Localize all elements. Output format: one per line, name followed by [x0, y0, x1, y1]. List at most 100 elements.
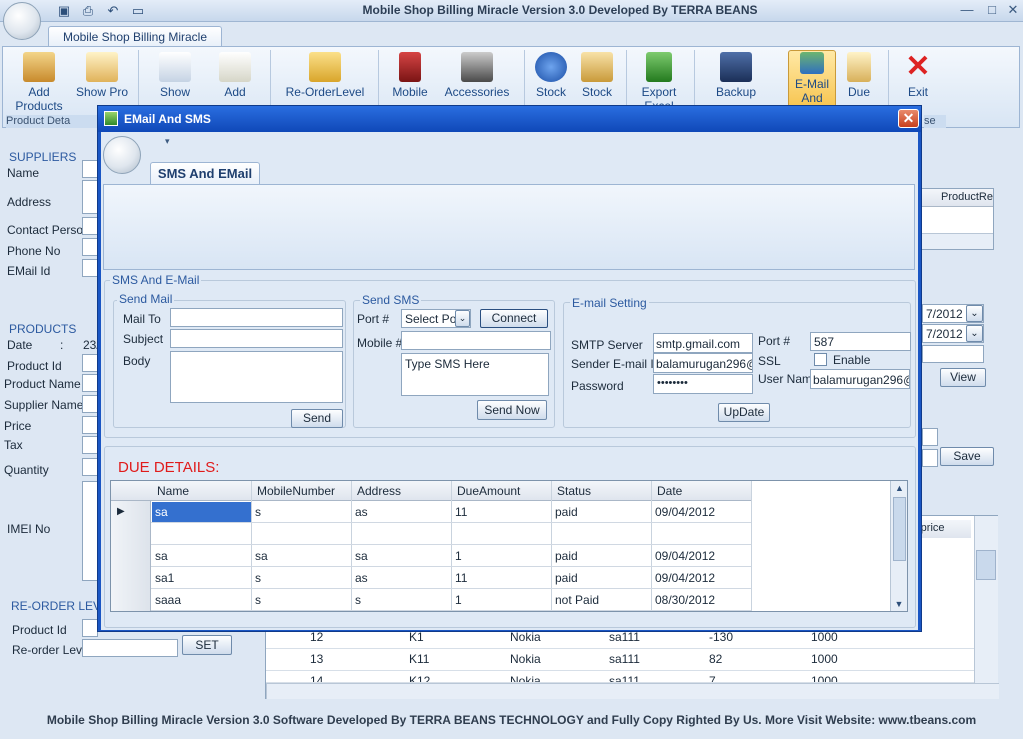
send-now-button[interactable]: Send Now — [477, 400, 547, 420]
reorder-level-field[interactable] — [82, 639, 178, 657]
backup-button[interactable]: Backup — [704, 52, 768, 99]
tab-sms-email[interactable]: SMS And EMail — [150, 162, 260, 185]
due-grid-vscroll[interactable]: ▲ ▼ — [890, 481, 907, 611]
col-status[interactable]: Status — [557, 484, 591, 498]
supplier-name-product-field[interactable] — [82, 395, 98, 413]
scroll-up-icon[interactable]: ▲ — [891, 483, 907, 493]
sms-textarea[interactable]: Type SMS Here — [401, 353, 549, 396]
product-id-label: Product Id — [7, 359, 62, 373]
table-row[interactable]: 14 K12 Nokia sa111 7 1000 — [266, 671, 974, 683]
save-icon[interactable]: ▣ — [56, 3, 72, 19]
col-name[interactable]: Name — [157, 484, 189, 498]
stock-grid-vscroll[interactable] — [974, 516, 998, 683]
ssl-enable-checkbox[interactable] — [814, 353, 827, 366]
view-button[interactable]: View — [940, 368, 986, 387]
email-setting-title: E-mail Setting — [570, 296, 649, 310]
mail-to-input[interactable] — [170, 308, 343, 327]
price-label: Price — [4, 419, 32, 433]
send-mail-button[interactable]: Send — [291, 409, 343, 428]
send-mail-title: Send Mail — [117, 292, 175, 306]
tab-main[interactable]: Mobile Shop Billing Miracle — [48, 26, 222, 47]
info-document-icon — [159, 52, 191, 82]
table-row[interactable]: sa sa sa 1 paid 09/04/2012 — [151, 545, 751, 567]
close-icon[interactable]: ✕ — [1003, 2, 1023, 19]
update-button[interactable]: UpDate — [718, 403, 770, 422]
export-excel-button[interactable]: Export Excel — [632, 52, 686, 113]
supplier-address-field[interactable] — [82, 180, 98, 214]
show-button[interactable]: Show — [150, 52, 200, 99]
undo-icon[interactable]: ↶ — [105, 3, 121, 19]
save-button[interactable]: Save — [940, 447, 994, 466]
connect-button[interactable]: Connect — [480, 309, 548, 328]
col-mobile-number[interactable]: MobileNumber — [257, 484, 335, 498]
username-input[interactable]: balamurugan296@ — [810, 369, 910, 389]
table-row[interactable]: sa1 s as 11 paid 09/04/2012 — [151, 567, 751, 589]
mobile-button[interactable]: Mobile — [386, 52, 434, 99]
contact-person-field[interactable] — [82, 217, 98, 235]
stock-grid-vscroll-thumb[interactable] — [976, 550, 996, 580]
table-row[interactable]: saaa s s 1 not Paid 08/30/2012 — [151, 589, 751, 611]
amount-field[interactable] — [922, 428, 938, 446]
minimize-icon[interactable]: — — [957, 2, 977, 19]
subject-input[interactable] — [170, 329, 343, 348]
due-grid-vscroll-thumb[interactable] — [893, 497, 906, 561]
from-date-dropdown-icon[interactable]: ⌄ — [966, 305, 983, 322]
accessories-button[interactable]: Accessories — [440, 52, 514, 99]
show-products-button[interactable]: Show Pro — [75, 52, 129, 99]
to-date-dropdown-icon[interactable]: ⌄ — [966, 325, 983, 342]
port-dropdown-icon[interactable]: ⌄ — [455, 310, 470, 327]
scroll-down-icon[interactable]: ▼ — [891, 599, 907, 609]
due-details-title: DUE DETAILS: — [118, 459, 220, 476]
stock-grid-hscroll[interactable] — [266, 683, 999, 699]
stock-return-button[interactable]: Stock — [530, 52, 572, 99]
password-input[interactable]: •••••••• — [653, 374, 753, 394]
maximize-icon[interactable]: □ — [982, 2, 1002, 19]
table-row[interactable]: 13 K11 Nokia sa111 82 1000 — [266, 649, 974, 671]
sender-email-input[interactable]: balamurugan296@ — [653, 353, 753, 373]
dialog-title-bar: EMail And SMS — [98, 106, 921, 132]
print-icon[interactable]: ⎙ — [80, 3, 96, 19]
product-id-field[interactable] — [82, 354, 98, 372]
tax-field[interactable] — [82, 436, 98, 454]
col-date[interactable]: Date — [657, 484, 682, 498]
mobile-number-input[interactable] — [401, 331, 551, 350]
stock-button[interactable]: Stock — [576, 52, 618, 99]
dialog-menu-orb[interactable] — [103, 136, 141, 174]
exit-button[interactable]: ✕ Exit — [896, 52, 940, 100]
due-button[interactable]: Due — [840, 52, 878, 99]
col-address[interactable]: Address — [357, 484, 401, 498]
reorder-level-button[interactable]: Re-OrderLevel — [280, 52, 370, 99]
body-textarea[interactable] — [170, 351, 343, 403]
ssl-enable-label: Enable — [833, 353, 871, 367]
send-sms-title: Send SMS — [360, 293, 422, 307]
product-grid-hscroll[interactable] — [921, 233, 993, 249]
supplier-name-field[interactable] — [82, 160, 98, 178]
search-field[interactable] — [922, 345, 984, 363]
reorder-product-id-field[interactable] — [82, 619, 98, 637]
imei-field[interactable] — [82, 481, 98, 581]
house-icon — [23, 52, 55, 82]
open-folder-icon[interactable]: ▭ — [130, 3, 146, 19]
quick-access-chevron-icon[interactable]: ▾ — [165, 136, 170, 147]
reorder-level-label: Re-order Level — [12, 643, 92, 657]
status-bar: Mobile Shop Billing Miracle Version 3.0 … — [46, 713, 977, 727]
product-name-field[interactable] — [82, 374, 98, 392]
amount-field-2[interactable] — [922, 449, 938, 467]
phone-field[interactable] — [82, 238, 98, 256]
app-menu-orb[interactable] — [3, 2, 41, 40]
table-row[interactable] — [151, 523, 751, 545]
edit-document-icon — [219, 52, 251, 82]
add-button[interactable]: Add — [210, 52, 260, 99]
add-products-button[interactable]: Add Products — [10, 52, 68, 113]
col-due-amount[interactable]: DueAmount — [457, 484, 520, 498]
smtp-server-input[interactable]: smtp.gmail.com — [653, 333, 753, 353]
smtp-port-input[interactable]: 587 — [810, 332, 911, 351]
set-button[interactable]: SET — [182, 635, 232, 655]
dialog-close-icon[interactable]: ✕ — [898, 109, 919, 128]
suppliers-section-title: SUPPLIERS — [9, 150, 77, 164]
quantity-field[interactable] — [82, 458, 98, 476]
table-row[interactable]: sa s as 11 paid 09/04/2012 — [151, 501, 751, 523]
email-field[interactable] — [82, 259, 98, 277]
price-field[interactable] — [82, 416, 98, 434]
ribbon-group-label-right: se — [924, 115, 946, 128]
